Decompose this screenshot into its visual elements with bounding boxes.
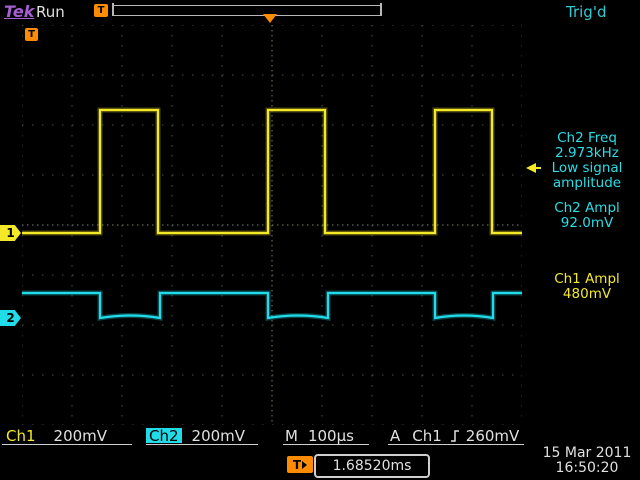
tek-logo: Tek xyxy=(4,2,34,21)
trigger-t-marker: T xyxy=(25,28,38,41)
oscilloscope-screen: Tek Run T Trig'd T 1 2 Ch2 Freq 2.973kHz… xyxy=(0,0,640,480)
record-bar-left-tick xyxy=(112,3,114,16)
time-value: 16:50:20 xyxy=(534,461,640,476)
measurement-ch2-freq: Ch2 Freq 2.973kHz Low signal amplitude xyxy=(534,131,640,191)
ch1-ampl-value: 480mV xyxy=(534,287,640,302)
timebase-readout: M 100µs xyxy=(283,427,369,445)
low-signal-warning-line2: amplitude xyxy=(534,176,640,191)
measurement-ch2-ampl: Ch2 Ampl 92.0mV xyxy=(534,201,640,231)
trigger-position-icon xyxy=(263,14,277,23)
record-view-bar xyxy=(112,5,382,16)
ch2-ground-marker: 2 xyxy=(0,310,21,326)
delay-time-readout: 1.68520ms xyxy=(314,454,430,478)
ch2-freq-label: Ch2 Freq xyxy=(534,131,640,146)
trigger-status: Trig'd xyxy=(566,3,606,21)
ch1-readout-label: Ch1 xyxy=(6,427,36,445)
graticule-grid xyxy=(22,25,522,425)
ch2-ampl-value: 92.0mV xyxy=(534,216,640,231)
ch2-freq-value: 2.973kHz xyxy=(534,146,640,161)
ch2-readout: Ch2 200mV xyxy=(146,427,258,445)
delay-arrow-icon xyxy=(302,461,307,469)
ch1-ground-marker: 1 xyxy=(0,225,21,241)
ch2-readout-label: Ch2 xyxy=(146,428,182,443)
trigger-mode-label: A xyxy=(390,427,400,445)
timebase-value: 100µs xyxy=(308,427,354,445)
low-signal-warning-line1: Low signal xyxy=(534,161,640,176)
datetime-readout: 15 Mar 2011 16:50:20 xyxy=(534,446,640,476)
ch2-scale: 200mV xyxy=(192,427,246,445)
trigger-source: Ch1 xyxy=(412,427,442,445)
trigger-t-icon: T xyxy=(94,4,108,17)
rising-edge-icon xyxy=(450,429,460,443)
measurement-ch1-ampl: Ch1 Ampl 480mV xyxy=(534,272,640,302)
trigger-readout: A Ch1 260mV xyxy=(388,427,524,445)
ch1-scale: 200mV xyxy=(54,427,108,445)
ch2-ampl-label: Ch2 Ampl xyxy=(534,201,640,216)
trigger-level-value: 260mV xyxy=(466,427,520,445)
acquisition-status: Run xyxy=(36,3,65,21)
ch1-readout: Ch1 200mV xyxy=(2,427,132,445)
date-value: 15 Mar 2011 xyxy=(534,446,640,461)
record-bar-right-tick xyxy=(380,3,382,16)
delay-t-icon: T xyxy=(287,456,313,473)
waveform-display xyxy=(22,25,522,425)
delay-t-label: T xyxy=(293,458,301,472)
timebase-label: M xyxy=(285,427,298,445)
ch1-ampl-label: Ch1 Ampl xyxy=(534,272,640,287)
